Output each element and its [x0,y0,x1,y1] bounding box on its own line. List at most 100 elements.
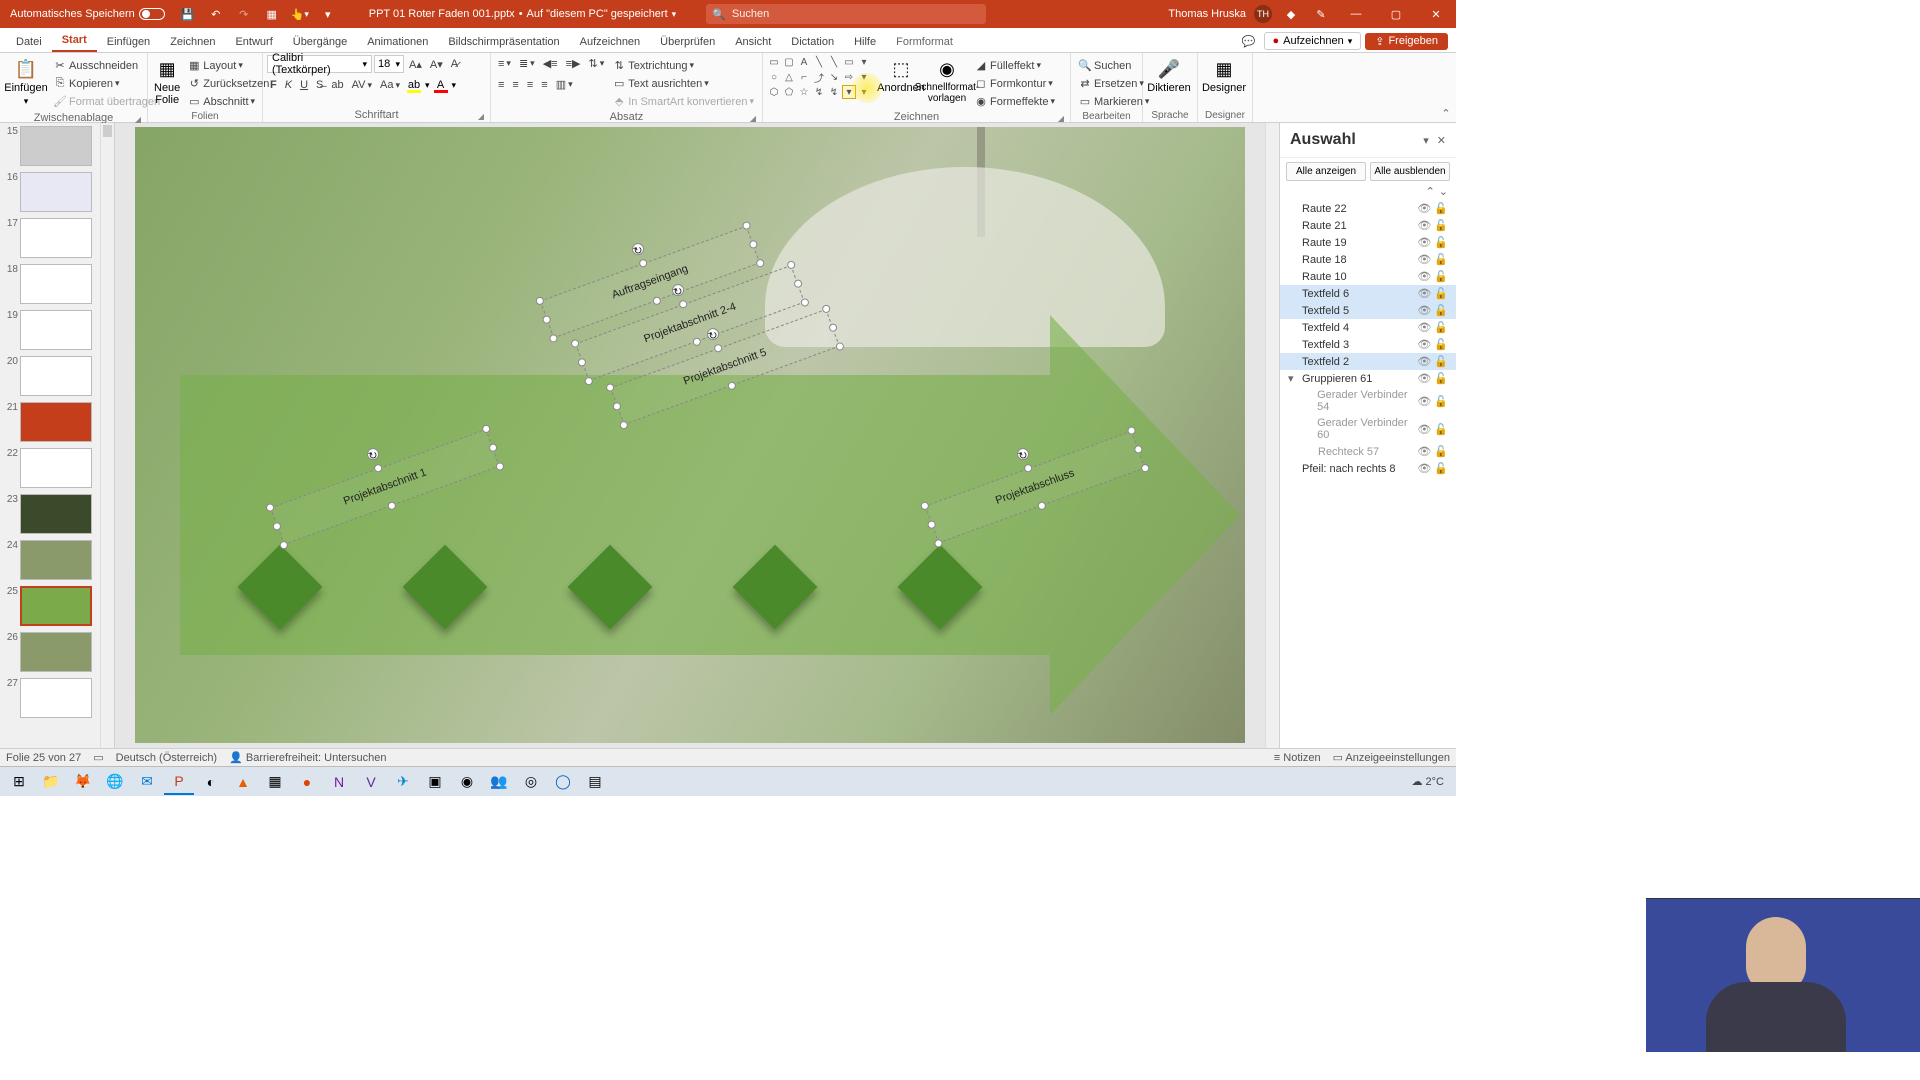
decrease-indent-icon[interactable]: ◀≡ [540,55,561,72]
app7-icon[interactable]: ◎ [516,769,546,795]
thumbnail-25[interactable]: 25 [0,583,114,629]
numbering-button[interactable]: ≣▾ [516,55,538,72]
increase-font-icon[interactable]: A▴ [406,56,425,73]
lock-icon[interactable]: 🔓 [1434,423,1448,436]
select-button[interactable]: ▭Markieren▾ [1075,93,1152,110]
selection-item[interactable]: Pfeil: nach rechts 8 👁🔓 [1280,460,1456,477]
weather-icon[interactable]: ☁ 2°C [1411,775,1444,788]
visibility-icon[interactable]: 👁 [1417,338,1431,351]
copy-button[interactable]: ⎘Kopieren▾ [50,75,163,92]
tab-dictation[interactable]: Dictation [781,32,844,52]
tab-hilfe[interactable]: Hilfe [844,32,886,52]
notes-button[interactable]: ≡ Notizen [1274,752,1321,764]
tab-aufzeichnen[interactable]: Aufzeichnen [570,32,651,52]
selection-item[interactable]: Textfeld 4 👁🔓 [1280,319,1456,336]
lock-icon[interactable]: 🔓 [1434,304,1448,317]
visibility-icon[interactable]: 👁 [1417,462,1431,475]
app2-icon[interactable]: ▦ [260,769,290,795]
align-right-icon[interactable]: ≡ [524,77,536,93]
find-button[interactable]: 🔍Suchen [1075,57,1152,74]
onenote-icon[interactable]: N [324,769,354,795]
shape-outline-button[interactable]: ◻Formkontur▾ [971,75,1058,92]
thumbnail-22[interactable]: 22 [0,445,114,491]
columns-button[interactable]: ▥▾ [553,76,576,93]
layout-button[interactable]: ▦Layout▾ [184,57,272,74]
coming-soon-icon[interactable]: ◆ [1280,3,1302,25]
start-menu-icon[interactable]: ⊞ [4,769,34,795]
dictate-button[interactable]: 🎤Diktieren [1147,55,1191,98]
spellcheck-icon[interactable]: ▭ [93,751,103,764]
qat-customize-icon[interactable]: ▾ [317,3,339,25]
visibility-icon[interactable]: 👁 [1417,270,1431,283]
lock-icon[interactable]: 🔓 [1434,372,1448,385]
accessibility-status[interactable]: 👤 Barrierefreiheit: Untersuchen [229,751,386,764]
collapse-ribbon-icon[interactable]: ⌃ [1436,53,1456,122]
visibility-icon[interactable]: 👁 [1417,395,1431,408]
user-avatar[interactable]: TH [1254,5,1272,23]
line-spacing-button[interactable]: ⇅▾ [585,55,607,72]
font-size-input[interactable]: 18▾ [374,55,404,73]
move-down-icon[interactable]: ⌄ [1439,185,1448,198]
lock-icon[interactable]: 🔓 [1434,270,1448,283]
selection-item[interactable]: Gerader Verbinder 54 👁🔓 [1280,387,1456,415]
lock-icon[interactable]: 🔓 [1434,355,1448,368]
thumbnail-15[interactable]: 15 [0,123,114,169]
redo-icon[interactable]: ↷ [233,3,255,25]
undo-icon[interactable]: ↶ [205,3,227,25]
hide-all-button[interactable]: Alle ausblenden [1370,162,1450,181]
tab-ueberpruefen[interactable]: Überprüfen [650,32,725,52]
align-left-icon[interactable]: ≡ [495,77,507,93]
thumbnail-27[interactable]: 27 [0,675,114,721]
canvas-scrollbar[interactable] [1265,123,1279,748]
powerpoint-icon[interactable]: P [164,769,194,795]
increase-indent-icon[interactable]: ≡▶ [563,55,584,72]
thumbnail-26[interactable]: 26 [0,629,114,675]
selection-item[interactable]: ▾Gruppieren 61 👁🔓 [1280,370,1456,387]
tab-start[interactable]: Start [52,30,97,52]
lock-icon[interactable]: 🔓 [1434,338,1448,351]
app-icon[interactable]: ◐ [196,769,226,795]
thumbnail-18[interactable]: 18 [0,261,114,307]
vs-icon[interactable]: V [356,769,386,795]
pane-close-icon[interactable]: ✕ [1437,134,1446,147]
app6-icon[interactable]: 👥 [484,769,514,795]
explorer-icon[interactable]: 📁 [36,769,66,795]
pane-dropdown-icon[interactable]: ▾ [1423,134,1429,147]
tab-zeichnen[interactable]: Zeichnen [160,32,225,52]
align-center-icon[interactable]: ≡ [509,77,521,93]
quick-styles-button[interactable]: ◉Schnellformat- vorlagen [925,55,969,108]
text-direction-button[interactable]: ⇅Textrichtung▾ [609,57,757,74]
selection-item[interactable]: Textfeld 6 👁🔓 [1280,285,1456,302]
selection-item[interactable]: Raute 19 👁🔓 [1280,234,1456,251]
selection-item[interactable]: Gerader Verbinder 60 👁🔓 [1280,415,1456,443]
tab-entwurf[interactable]: Entwurf [225,32,282,52]
italic-button[interactable]: K [282,77,295,93]
thumbnail-17[interactable]: 17 [0,215,114,261]
lock-icon[interactable]: 🔓 [1434,202,1448,215]
replace-button[interactable]: ⇄Ersetzen▾ [1075,75,1152,92]
close-icon[interactable]: ✕ [1420,0,1452,28]
lock-icon[interactable]: 🔓 [1434,395,1448,408]
new-slide-button[interactable]: ▦Neue Folie [152,55,182,110]
slide-canvas[interactable]: Auftragseingang ↻ Projektabschnitt 2-4 ↻… [115,123,1279,748]
lock-icon[interactable]: 🔓 [1434,219,1448,232]
change-case-button[interactable]: Aa▾ [377,77,403,93]
selection-item[interactable]: Rechteck 57 👁🔓 [1280,443,1456,460]
align-text-button[interactable]: ▭Text ausrichten▾ [609,75,757,92]
selection-item[interactable]: Textfeld 3 👁🔓 [1280,336,1456,353]
tab-datei[interactable]: Datei [6,32,52,52]
record-button[interactable]: ●Aufzeichnen▾ [1264,32,1362,50]
display-settings-button[interactable]: ▭ Anzeigeeinstellungen [1333,751,1450,764]
app4-icon[interactable]: ▣ [420,769,450,795]
lock-icon[interactable]: 🔓 [1434,236,1448,249]
thumbnail-20[interactable]: 20 [0,353,114,399]
tab-bildschirm[interactable]: Bildschirmpräsentation [438,32,569,52]
autosave-toggle[interactable]: Automatisches Speichern [4,8,171,20]
selection-item[interactable]: Raute 10 👁🔓 [1280,268,1456,285]
visibility-icon[interactable]: 👁 [1417,445,1431,458]
telegram-icon[interactable]: ✈ [388,769,418,795]
language-indicator[interactable]: Deutsch (Österreich) [116,752,217,764]
format-painter-button[interactable]: 🖌Format übertragen [50,93,163,110]
vlc-icon[interactable]: ▲ [228,769,258,795]
lock-icon[interactable]: 🔓 [1434,253,1448,266]
